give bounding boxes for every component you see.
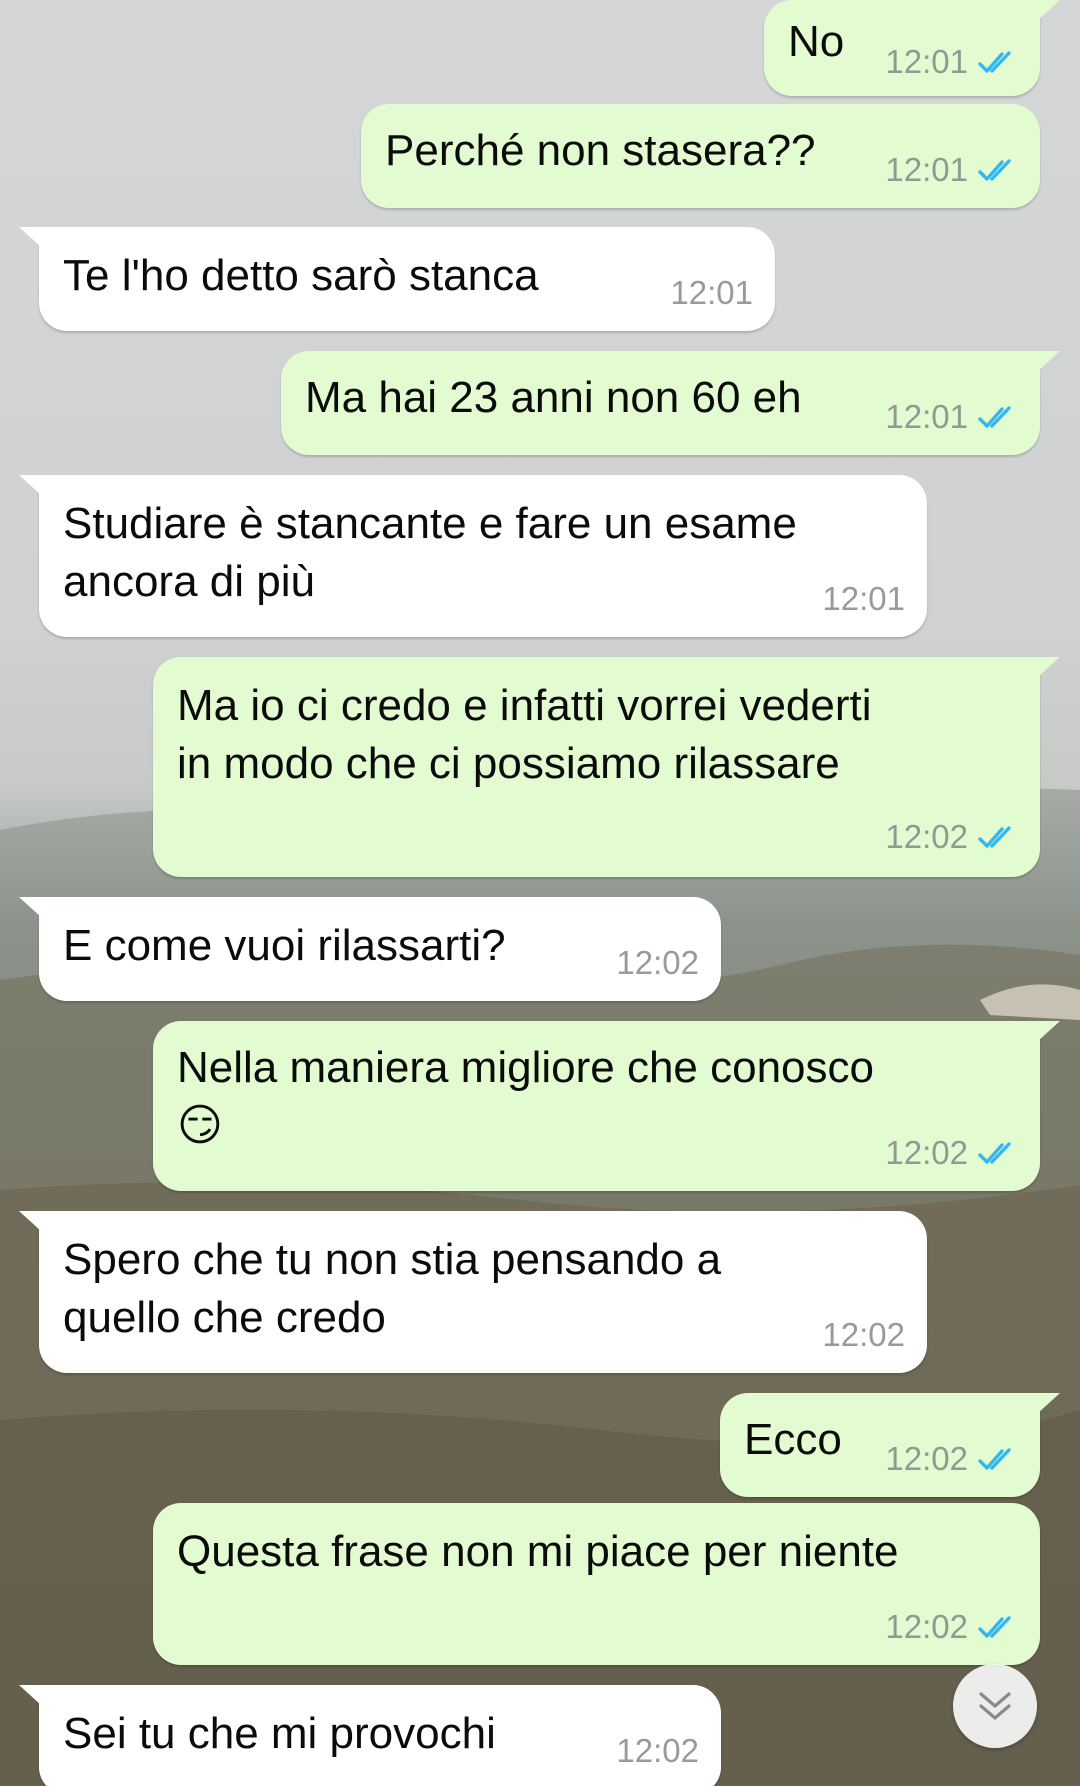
message-time: 12:01 xyxy=(885,398,968,435)
message-bubble-outgoing[interactable]: Nella maniera migliore che conosco 😏 12:… xyxy=(153,1021,1060,1191)
message-meta: 12:01 xyxy=(885,42,1018,82)
message-bubble-incoming[interactable]: E come vuoi rilassarti? 12:02 xyxy=(19,897,721,1001)
message-meta: 12:02 xyxy=(616,943,699,983)
read-receipt-icon xyxy=(978,48,1018,76)
message-bubble-outgoing[interactable]: Ma io ci credo e infatti vorrei vederti … xyxy=(153,657,1060,877)
message-bubble-incoming[interactable]: Spero che tu non stia pensando a quello … xyxy=(19,1211,927,1373)
message-time: 12:02 xyxy=(885,1608,968,1645)
message-bubble-incoming[interactable]: Sei tu che mi provochi 12:02 xyxy=(19,1685,721,1786)
message-meta: 12:02 xyxy=(885,1133,1018,1173)
read-receipt-icon xyxy=(978,823,1018,851)
message-meta: 12:02 xyxy=(885,1439,1018,1479)
message-text: E come vuoi rilassarti? xyxy=(63,921,506,970)
message-meta: 12:02 xyxy=(616,1731,699,1771)
message-time: 12:02 xyxy=(885,1134,968,1171)
message-meta: 12:02 xyxy=(885,1607,1018,1647)
message-text: Ma hai 23 anni non 60 eh xyxy=(305,373,802,422)
message-text: Studiare è stancante e fare un esame anc… xyxy=(63,499,797,606)
scroll-to-bottom-button[interactable] xyxy=(953,1664,1037,1748)
message-meta: 12:01 xyxy=(822,579,905,619)
message-time: 12:02 xyxy=(616,1732,699,1769)
message-time: 12:02 xyxy=(885,818,968,855)
message-bubble-outgoing[interactable]: Perché non stasera?? 12:01 xyxy=(361,104,1040,208)
message-text: Perché non stasera?? xyxy=(385,126,816,175)
message-bubble-incoming[interactable]: Studiare è stancante e fare un esame anc… xyxy=(19,475,927,637)
message-text: Ma io ci credo e infatti vorrei vederti … xyxy=(177,681,872,788)
message-text: Ecco xyxy=(744,1415,842,1464)
message-time: 12:01 xyxy=(822,580,905,617)
read-receipt-icon xyxy=(978,1139,1018,1167)
message-bubble-outgoing[interactable]: Ecco 12:02 xyxy=(720,1393,1060,1497)
message-time: 12:01 xyxy=(670,274,753,311)
message-meta: 12:01 xyxy=(885,397,1018,437)
message-meta: 12:02 xyxy=(885,817,1018,857)
message-text: Nella maniera migliore che conosco 😏 xyxy=(177,1043,874,1150)
read-receipt-icon xyxy=(978,403,1018,431)
message-time: 12:01 xyxy=(885,43,968,80)
message-meta: 12:01 xyxy=(885,150,1018,190)
read-receipt-icon xyxy=(978,156,1018,184)
message-time: 12:02 xyxy=(822,1316,905,1353)
message-bubble-outgoing[interactable]: Ma hai 23 anni non 60 eh 12:01 xyxy=(281,351,1060,455)
message-time: 12:02 xyxy=(616,944,699,981)
read-receipt-icon xyxy=(978,1445,1018,1473)
message-time: 12:02 xyxy=(885,1440,968,1477)
double-chevron-down-icon xyxy=(979,1692,1011,1720)
message-text: Spero che tu non stia pensando a quello … xyxy=(63,1235,722,1342)
message-meta: 12:01 xyxy=(670,273,753,313)
read-receipt-icon xyxy=(978,1613,1018,1641)
message-bubble-outgoing[interactable]: Questa frase non mi piace per niente 12:… xyxy=(153,1503,1040,1665)
message-bubble-outgoing[interactable]: No 12:01 xyxy=(764,0,1060,96)
message-text: No xyxy=(788,17,845,66)
message-text: Questa frase non mi piace per niente xyxy=(177,1527,899,1576)
message-text: Te l'ho detto sarò stanca xyxy=(63,251,539,300)
message-bubble-incoming[interactable]: Te l'ho detto sarò stanca 12:01 xyxy=(19,227,775,331)
message-time: 12:01 xyxy=(885,151,968,188)
message-meta: 12:02 xyxy=(822,1315,905,1355)
message-text: Sei tu che mi provochi xyxy=(63,1709,496,1758)
